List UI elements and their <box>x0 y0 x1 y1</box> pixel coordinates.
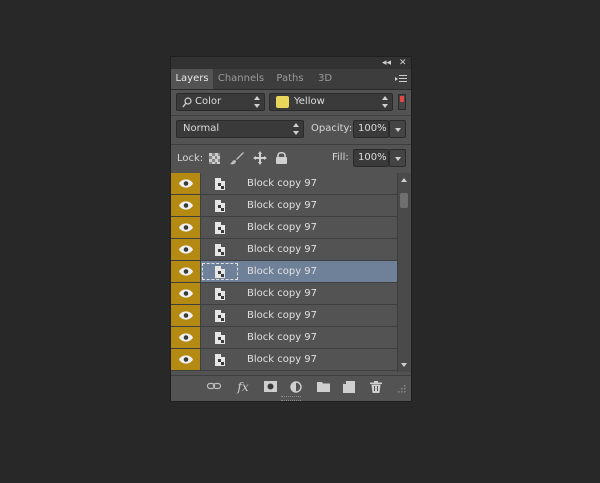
adjustment-icon[interactable] <box>289 381 303 393</box>
filter-kind-select[interactable]: Color <box>176 93 265 111</box>
layer-visibility-eye-icon[interactable] <box>171 261 201 282</box>
opacity-value: 100% <box>358 123 387 134</box>
fx-icon[interactable]: fx <box>234 381 252 393</box>
trash-icon[interactable] <box>369 381 383 393</box>
spin-arrows-icon <box>254 96 260 108</box>
tab-layers[interactable]: Layers <box>171 69 213 89</box>
layer-row[interactable]: Block copy 97 <box>171 327 397 349</box>
layer-name: Block copy 97 <box>247 354 318 365</box>
layer-visibility-eye-icon[interactable] <box>171 349 201 370</box>
lock-position-move-icon[interactable] <box>253 151 267 165</box>
smart-object-thumbnail-icon[interactable] <box>215 266 227 278</box>
smart-object-thumbnail-icon[interactable] <box>215 178 227 190</box>
layer-visibility-eye-icon[interactable] <box>171 283 201 304</box>
blend-mode-value: Normal <box>183 123 220 134</box>
layer-name: Block copy 97 <box>247 310 318 321</box>
smart-object-thumbnail-icon[interactable] <box>215 222 227 234</box>
smart-object-thumbnail-icon[interactable] <box>215 354 227 366</box>
layer-name: Block copy 97 <box>247 178 318 189</box>
layer-visibility-eye-icon[interactable] <box>171 217 201 238</box>
tab-channels[interactable]: Channels <box>215 69 267 89</box>
close-icon[interactable]: ✕ <box>399 57 407 69</box>
tab-paths[interactable]: Paths <box>271 69 309 89</box>
fill-dropdown-button[interactable] <box>389 149 406 167</box>
layer-name: Block copy 97 <box>247 200 318 211</box>
layer-row[interactable]: Block copy 97 <box>171 261 397 283</box>
panel-menu-icon[interactable] <box>395 74 407 84</box>
smart-object-thumbnail-icon[interactable] <box>215 200 227 212</box>
link-icon[interactable] <box>206 381 222 393</box>
layer-visibility-eye-icon[interactable] <box>171 239 201 260</box>
layers-list: Block copy 97 Block copy 97 Block copy 97 B… <box>171 173 397 372</box>
smart-object-thumbnail-icon[interactable] <box>215 332 227 344</box>
blend-row: Normal Opacity: 100% <box>171 116 411 144</box>
layers-scrollbar[interactable] <box>397 173 411 372</box>
fill-value: 100% <box>358 152 387 163</box>
layer-name: Block copy 97 <box>247 332 318 343</box>
layer-row[interactable]: Block copy 97 <box>171 283 397 305</box>
layers-panel: ◂◂ ✕ Layers Channels Paths 3D Color Yell… <box>171 57 411 401</box>
filter-row: Color Yellow <box>171 89 411 115</box>
folder-icon[interactable] <box>316 381 330 393</box>
filter-toggle-indicator <box>400 96 404 102</box>
panel-title-strip: ◂◂ ✕ <box>171 57 411 69</box>
smart-object-thumbnail-icon[interactable] <box>215 244 227 256</box>
layer-name: Block copy 97 <box>247 266 318 277</box>
lock-all-icon[interactable] <box>276 151 287 164</box>
search-icon <box>182 97 192 108</box>
layer-row[interactable]: Block copy 97 <box>171 195 397 217</box>
tab-3d[interactable]: 3D <box>313 69 337 89</box>
layer-name: Block copy 97 <box>247 288 318 299</box>
layer-visibility-eye-icon[interactable] <box>171 327 201 348</box>
panel-tabs: Layers Channels Paths 3D <box>171 69 411 90</box>
lock-label: Lock: <box>177 153 204 164</box>
smart-object-thumbnail-icon[interactable] <box>215 310 227 322</box>
layer-visibility-eye-icon[interactable] <box>171 305 201 326</box>
layer-row[interactable]: Block copy 97 <box>171 217 397 239</box>
layer-visibility-eye-icon[interactable] <box>171 195 201 216</box>
fill-label: Fill: <box>332 152 349 163</box>
opacity-input[interactable]: 100% <box>353 120 389 138</box>
scroll-down-icon[interactable] <box>401 363 407 367</box>
smart-object-thumbnail-icon[interactable] <box>215 288 227 300</box>
layer-name: Block copy 97 <box>247 244 318 255</box>
filter-kind-value: Color <box>195 96 222 107</box>
spin-arrows-icon <box>293 123 299 135</box>
spin-arrows-icon <box>382 96 388 108</box>
filter-toggle[interactable] <box>398 94 406 110</box>
layer-row[interactable]: Block copy 97 <box>171 239 397 261</box>
fill-input[interactable]: 100% <box>353 149 389 167</box>
collapse-icon[interactable]: ◂◂ <box>382 57 391 69</box>
layer-name: Block copy 97 <box>247 222 318 233</box>
scroll-up-icon[interactable] <box>401 178 407 182</box>
mask-icon[interactable] <box>263 381 277 393</box>
layers-bottom-toolbar: fx <box>171 375 411 398</box>
opacity-dropdown-button[interactable] <box>389 120 406 138</box>
resize-grip-icon[interactable] <box>397 384 407 396</box>
lock-pixels-brush-icon[interactable] <box>230 152 244 165</box>
layer-row[interactable]: Block copy 97 <box>171 173 397 195</box>
lock-row: Lock: Fill: 100% <box>171 145 411 173</box>
blend-mode-select[interactable]: Normal <box>176 120 304 138</box>
new-layer-icon[interactable] <box>342 381 356 393</box>
opacity-label: Opacity: <box>311 123 353 134</box>
layer-row[interactable]: Block copy 97 <box>171 305 397 327</box>
lock-transparent-icon[interactable] <box>209 153 220 164</box>
color-swatch <box>276 96 289 108</box>
scroll-thumb[interactable] <box>400 193 408 208</box>
layer-row[interactable]: Block copy 97 <box>171 349 397 371</box>
filter-color-select[interactable]: Yellow <box>269 93 393 111</box>
panel-bottom-grip[interactable] <box>281 396 301 401</box>
layer-visibility-eye-icon[interactable] <box>171 173 201 194</box>
filter-color-value: Yellow <box>294 96 325 107</box>
